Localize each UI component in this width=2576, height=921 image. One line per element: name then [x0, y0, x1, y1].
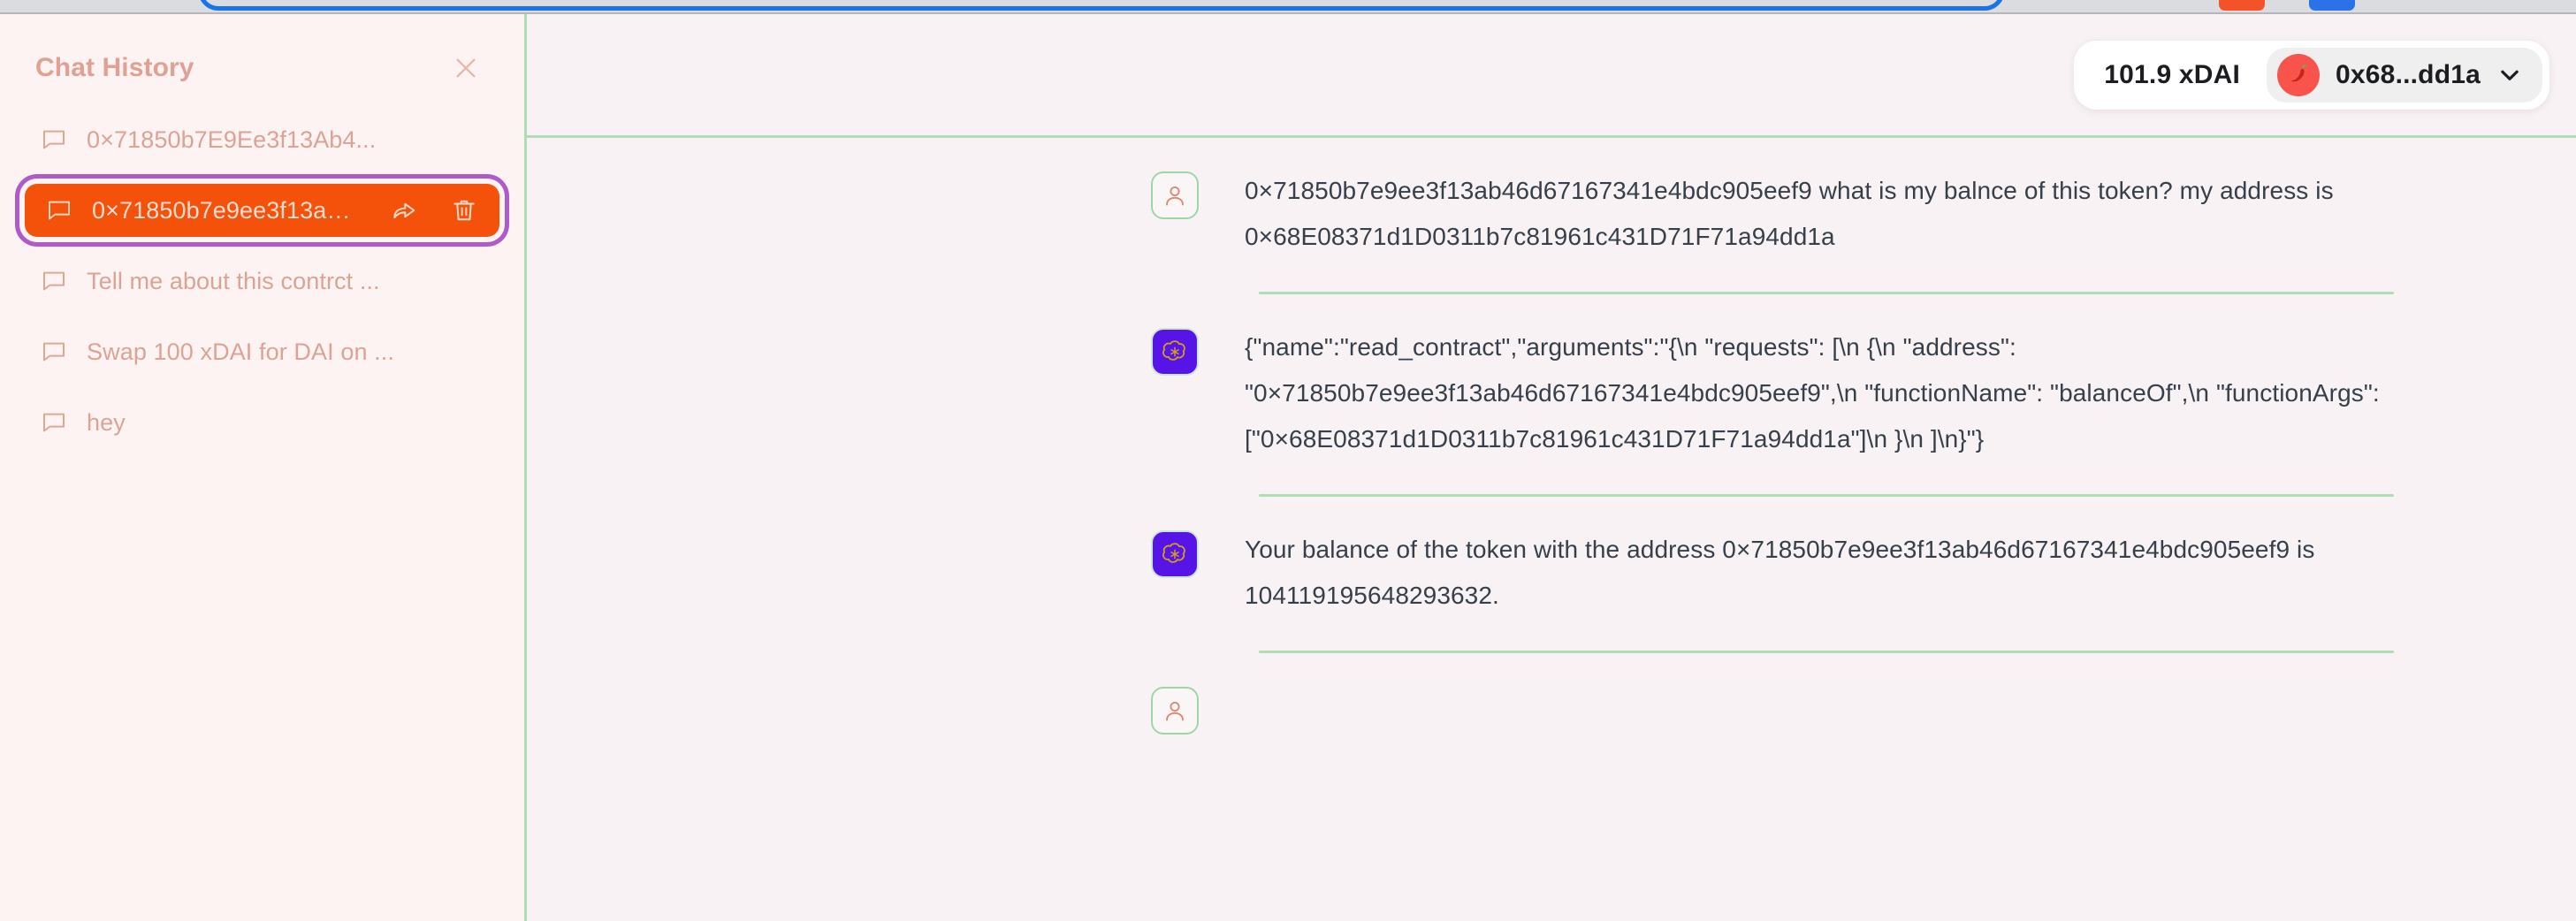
message-avatar-assistant	[1151, 328, 1199, 376]
chat-history-item-3[interactable]: Swap 100 xDAI for DAI on ...	[19, 325, 505, 378]
browser-chrome-strip	[0, 0, 2576, 14]
message-assistant-answer: Your balance of the token with the addre…	[527, 497, 2576, 651]
message-avatar-user	[1151, 687, 1199, 735]
message-next-partial	[527, 653, 2576, 735]
chat-history-item-0[interactable]: 0×71850b7E9Ee3f13Ab4...	[19, 113, 505, 166]
close-sidebar-button[interactable]	[446, 49, 485, 88]
browser-address-bar-focus-ring[interactable]	[198, 0, 2005, 11]
extension-chip-orange[interactable]	[2219, 0, 2265, 11]
wallet-widget[interactable]: 101.9 xDAI 0x68...dd1a	[2074, 40, 2549, 110]
wallet-dropdown-toggle[interactable]	[2496, 62, 2523, 88]
chili-pepper-icon	[2290, 65, 2307, 81]
chat-history-sidebar: Chat History 0×71850b7E9Ee3f13Ab4... 0×7…	[0, 14, 527, 921]
chevron-down-icon	[2501, 70, 2519, 80]
chat-bubble-icon	[43, 342, 65, 362]
chat-history-item-label: Swap 100 xDAI for DAI on ...	[87, 338, 394, 365]
page-title: Chat History	[35, 53, 194, 82]
chat-history-item-1-selected[interactable]: 0×71850b7e9ee3f13ab46...	[25, 184, 499, 237]
wallet-address: 0x68...dd1a	[2336, 59, 2481, 89]
message-body: 0×71850b7e9ee3f13ab46d67167341e4bdc905ee…	[1199, 168, 2415, 292]
close-icon	[456, 58, 476, 78]
sidebar-header: Chat History	[0, 14, 524, 90]
message-avatar-assistant	[1151, 530, 1199, 578]
openai-swirl-icon	[1162, 543, 1185, 563]
chat-bubble-icon	[43, 271, 65, 291]
conversation-thread: 0×71850b7e9ee3f13ab46d67167341e4bdc905ee…	[527, 138, 2576, 921]
topbar: 101.9 xDAI 0x68...dd1a	[527, 14, 2576, 138]
chat-history-item-4[interactable]: hey	[19, 396, 505, 449]
chat-history-item-label: hey	[87, 408, 126, 436]
chat-history-item-label: Tell me about this contrct ...	[87, 267, 380, 294]
message-text: {"name":"read_contract","arguments":"{\n…	[1245, 333, 2380, 453]
wallet-account-button[interactable]: 0x68...dd1a	[2267, 47, 2542, 103]
message-text: 0×71850b7e9ee3f13ab46d67167341e4bdc905ee…	[1245, 177, 2334, 250]
wallet-balance: 101.9 xDAI	[2104, 59, 2241, 89]
message-text: Your balance of the token with the addre…	[1245, 536, 2315, 609]
chat-bubble-icon	[49, 201, 70, 220]
message-assistant-toolcall: {"name":"read_contract","arguments":"{\n…	[527, 294, 2576, 494]
extension-chip-blue[interactable]	[2309, 0, 2355, 11]
message-body: {"name":"read_contract","arguments":"{\n…	[1199, 324, 2415, 494]
app-root: Chat History 0×71850b7E9Ee3f13Ab4... 0×7…	[0, 14, 2576, 921]
person-icon	[1166, 186, 1184, 206]
chat-bubble-icon	[43, 130, 65, 149]
chat-history-item-label: 0×71850b7E9Ee3f13Ab4...	[87, 126, 377, 153]
chat-bubble-icon	[43, 413, 65, 432]
share-chat-button[interactable]	[390, 196, 418, 225]
openai-swirl-icon	[1162, 340, 1185, 361]
delete-chat-button[interactable]	[450, 196, 478, 225]
message-user: 0×71850b7e9ee3f13ab46d67167341e4bdc905ee…	[527, 138, 2576, 292]
chat-item-actions	[374, 196, 478, 225]
chat-history-list: 0×71850b7E9Ee3f13Ab4... 0×71850b7e9ee3f1…	[0, 113, 524, 467]
main-panel: 101.9 xDAI 0x68...dd1a 0×71850b7e9ee3f13…	[527, 14, 2576, 921]
avatar	[2277, 53, 2321, 96]
chat-history-item-2[interactable]: Tell me about this contrct ...	[19, 255, 505, 308]
message-body: Your balance of the token with the addre…	[1199, 527, 2415, 651]
trash-icon	[453, 200, 475, 221]
share-icon	[393, 202, 415, 218]
person-icon	[1166, 701, 1184, 721]
chat-history-item-label: 0×71850b7e9ee3f13ab46...	[92, 196, 354, 224]
message-avatar-user	[1151, 171, 1199, 219]
